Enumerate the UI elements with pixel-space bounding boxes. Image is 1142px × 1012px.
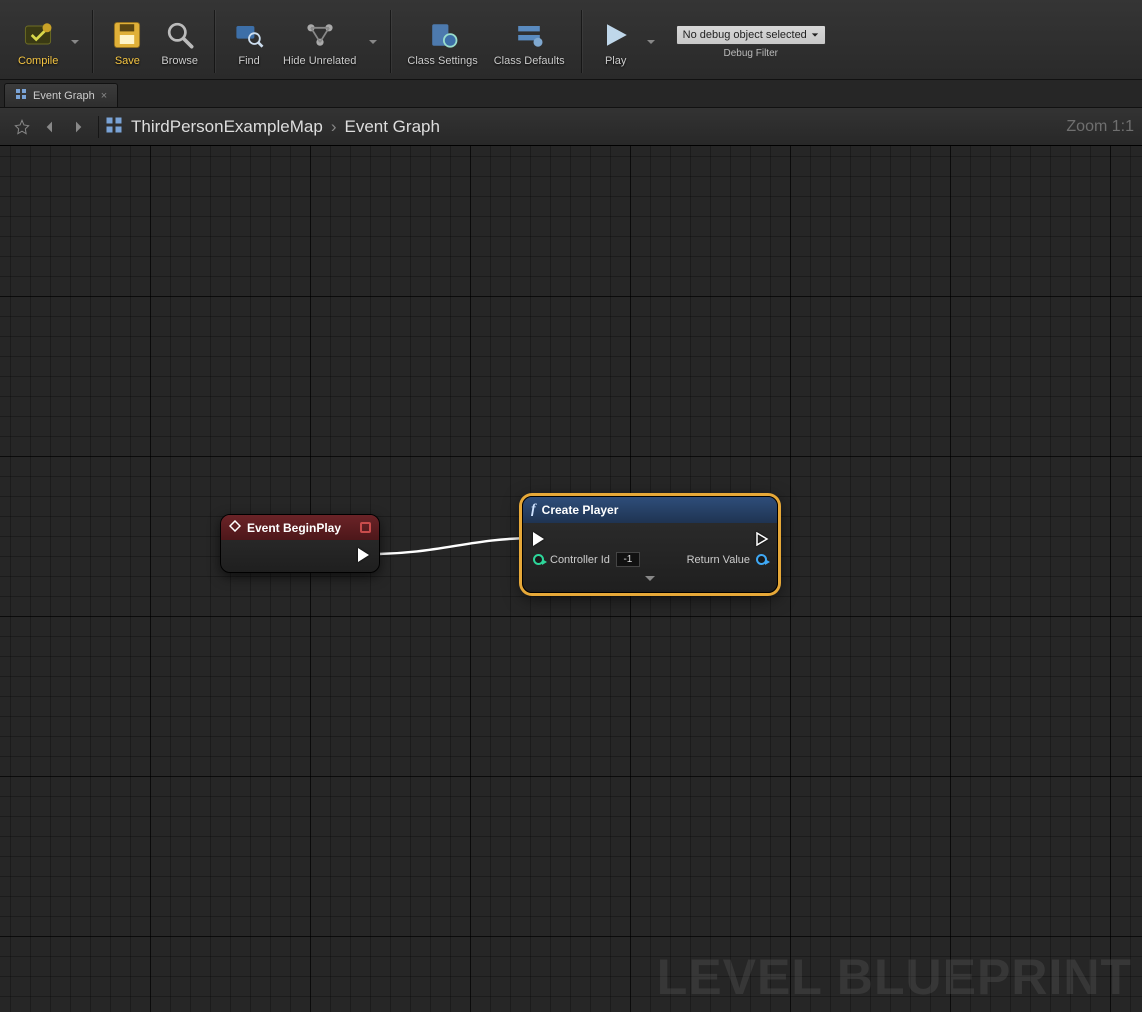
play-icon	[598, 17, 634, 53]
play-dropdown[interactable]	[642, 4, 660, 79]
function-icon: f	[531, 502, 536, 518]
return-value-label: Return Value	[687, 554, 750, 566]
favorite-button[interactable]	[8, 113, 36, 141]
controller-id-input[interactable]	[616, 552, 640, 567]
expand-node-button[interactable]	[533, 570, 767, 588]
node-title: Create Player	[542, 503, 619, 517]
compile-label: Compile	[18, 55, 58, 67]
hide-unrelated-icon	[302, 17, 338, 53]
browse-button[interactable]: Browse	[153, 4, 206, 79]
exec-out-pin[interactable]	[756, 532, 767, 546]
save-label: Save	[115, 55, 140, 67]
class-defaults-button[interactable]: Class Defaults	[486, 4, 573, 79]
exec-in-pin[interactable]	[533, 532, 544, 546]
graph-icon	[105, 116, 123, 137]
controller-id-pin[interactable]	[533, 554, 544, 565]
breadcrumb: ThirdPersonExampleMap › Event Graph	[131, 117, 440, 137]
breadcrumb-bar: ThirdPersonExampleMap › Event Graph Zoom…	[0, 108, 1142, 146]
compile-button[interactable]: Compile	[10, 4, 66, 79]
debug-filter-label: Debug Filter	[724, 48, 778, 59]
chevron-right-icon: ›	[331, 117, 337, 137]
play-button[interactable]: Play	[590, 4, 642, 79]
save-button[interactable]: Save	[101, 4, 153, 79]
debug-object-value: No debug object selected	[683, 29, 807, 41]
class-settings-label: Class Settings	[407, 55, 477, 67]
class-defaults-label: Class Defaults	[494, 55, 565, 67]
browse-label: Browse	[161, 55, 198, 67]
toolbar: Compile Save Browse Find	[0, 0, 1142, 80]
graph-icon	[15, 88, 27, 103]
find-icon	[231, 17, 267, 53]
tab-close-icon[interactable]: ×	[101, 90, 107, 102]
compile-dropdown[interactable]	[66, 4, 84, 79]
crumb-map[interactable]: ThirdPersonExampleMap	[131, 117, 323, 137]
hide-unrelated-label: Hide Unrelated	[283, 55, 356, 67]
graph-canvas[interactable]: Event BeginPlay f Create Player	[0, 146, 1142, 1012]
crumb-graph[interactable]: Event Graph	[344, 117, 439, 137]
node-create-player[interactable]: f Create Player Controller Id Re	[522, 496, 778, 593]
find-label: Find	[238, 55, 259, 67]
watermark: LEVEL BLUEPRINT	[657, 948, 1132, 1006]
class-defaults-icon	[511, 17, 547, 53]
zoom-indicator: Zoom 1:1	[1066, 118, 1134, 136]
delegate-pin[interactable]	[360, 522, 371, 533]
class-settings-icon	[425, 17, 461, 53]
controller-id-label: Controller Id	[550, 554, 610, 566]
find-button[interactable]: Find	[223, 4, 275, 79]
tab-event-graph[interactable]: Event Graph ×	[4, 83, 118, 107]
nav-forward-button[interactable]	[64, 113, 92, 141]
star-icon	[14, 119, 30, 135]
debug-object-combo[interactable]: No debug object selected	[676, 25, 826, 45]
node-event-beginplay[interactable]: Event BeginPlay	[220, 514, 380, 573]
save-icon	[109, 17, 145, 53]
arrow-left-icon	[42, 119, 58, 135]
tabbar: Event Graph ×	[0, 80, 1142, 108]
arrow-right-icon	[70, 119, 86, 135]
tab-label: Event Graph	[33, 90, 95, 102]
browse-icon	[162, 17, 198, 53]
nav-back-button[interactable]	[36, 113, 64, 141]
hide-unrelated-button[interactable]: Hide Unrelated	[275, 4, 364, 79]
hide-unrelated-dropdown[interactable]	[364, 4, 382, 79]
node-header: f Create Player	[523, 497, 777, 523]
event-icon	[229, 520, 241, 535]
exec-out-pin[interactable]	[358, 548, 369, 562]
return-value-pin[interactable]	[756, 554, 767, 565]
compile-icon	[20, 17, 56, 53]
node-header: Event BeginPlay	[221, 515, 379, 540]
play-label: Play	[605, 55, 626, 67]
node-title: Event BeginPlay	[247, 521, 341, 535]
class-settings-button[interactable]: Class Settings	[399, 4, 485, 79]
chevron-down-icon	[644, 575, 656, 583]
